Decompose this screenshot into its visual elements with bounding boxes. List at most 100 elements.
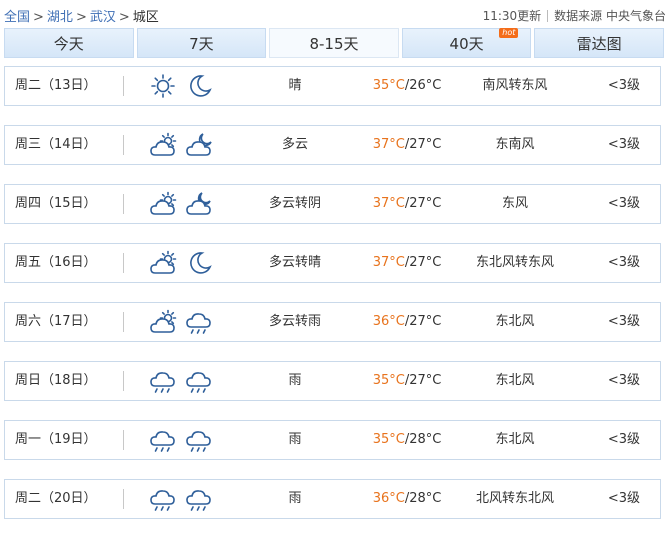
wind-level: <3级 <box>607 432 640 447</box>
weather-description: 多云转阴 <box>268 196 321 211</box>
rain-icon <box>150 490 175 511</box>
breadcrumb-separator: > <box>75 10 87 25</box>
high-temperature: 35°C <box>372 78 405 93</box>
rain-icon <box>186 431 211 452</box>
wind-direction: 东北风转东风 <box>475 255 554 270</box>
low-temperature: /27°C <box>404 137 442 152</box>
high-temperature: 37°C <box>372 255 405 270</box>
forecast-row: 周日（18日） 雨 35°C/27°C 东北风 <3级 <box>4 361 661 401</box>
temperature: 37°C/27°C <box>357 126 457 164</box>
high-temperature: 36°C <box>372 491 405 506</box>
data-source: 数据来源 中央气象台 <box>554 9 666 23</box>
sun-icon <box>151 74 175 98</box>
weather-icons <box>149 362 213 400</box>
low-temperature: /27°C <box>404 314 442 329</box>
high-temperature: 36°C <box>372 314 405 329</box>
cloudy-moon-icon <box>186 192 211 215</box>
forecast-day: 周三（14日） <box>15 137 97 152</box>
tab-label: 今天 <box>53 34 84 53</box>
forecast-day: 周二（13日） <box>15 78 97 93</box>
wind-direction: 东北风 <box>495 314 535 329</box>
row-divider <box>123 489 124 509</box>
wind-direction: 东北风 <box>495 432 535 447</box>
row-divider <box>123 312 124 332</box>
breadcrumb-city-link[interactable]: 武汉 <box>90 10 116 25</box>
forecast-row: 周二（20日） 雨 36°C/28°C 北风转东北风 <3级 <box>4 479 661 519</box>
high-temperature: 37°C <box>372 196 405 211</box>
tab-7-days[interactable]: 7天 <box>136 28 267 58</box>
temperature: 36°C/28°C <box>357 480 457 518</box>
tab-8-15-days[interactable]: 8-15天 <box>269 28 399 58</box>
weather-icons <box>149 67 213 105</box>
wind-direction: 南风转东风 <box>482 78 548 93</box>
forecast-row: 周一（19日） 雨 35°C/28°C 东北风 <3级 <box>4 420 661 460</box>
partly-cloudy-icon <box>150 132 177 156</box>
breadcrumb-current: 城区 <box>132 10 159 25</box>
tab-radar[interactable]: 雷达图 <box>534 28 664 58</box>
weather-icons <box>149 185 213 223</box>
moon-icon <box>190 75 212 97</box>
rain-icon <box>186 313 211 334</box>
low-temperature: /27°C <box>404 196 442 211</box>
tab-40-days[interactable]: 40天 hot <box>401 28 532 58</box>
weather-icons <box>149 421 213 459</box>
rain-icon <box>186 490 211 511</box>
weather-description: 多云转雨 <box>268 314 321 329</box>
forecast-list: 周二（13日） 晴 35°C/26°C 南风转东风 <3级 周三（14日） 多云… <box>4 66 661 538</box>
tab-label: 8-15天 <box>309 34 359 53</box>
breadcrumb-province-link[interactable]: 湖北 <box>47 10 73 25</box>
update-info: 11:30更新 数据来源 中央气象台 <box>483 7 666 24</box>
rain-icon <box>150 372 175 393</box>
forecast-day: 周二（20日） <box>15 491 97 506</box>
wind-direction: 北风转东北风 <box>475 491 554 506</box>
forecast-row: 周三（14日） 多云 37°C/27°C 东南风 <3级 <box>4 125 661 165</box>
forecast-row: 周五（16日） 多云转晴 37°C/27°C 东北风转东风 <3级 <box>4 243 661 283</box>
tab-label: 雷达图 <box>576 34 622 53</box>
moon-icon <box>190 252 212 274</box>
low-temperature: /27°C <box>404 373 442 388</box>
forecast-day: 周五（16日） <box>15 255 97 270</box>
high-temperature: 35°C <box>372 373 405 388</box>
tab-today[interactable]: 今天 <box>4 28 134 58</box>
row-divider <box>123 253 124 273</box>
rain-icon <box>150 431 175 452</box>
temperature: 35°C/28°C <box>357 421 457 459</box>
breadcrumb-separator: > <box>118 10 130 25</box>
row-divider <box>123 194 124 214</box>
low-temperature: /26°C <box>404 78 442 93</box>
tab-label: 40天 <box>449 34 484 53</box>
weather-icons <box>149 126 213 164</box>
partly-cloudy-icon <box>150 250 177 274</box>
breadcrumb-separator: > <box>33 10 44 25</box>
breadcrumb-home-link[interactable]: 全国 <box>4 10 30 25</box>
wind-level: <3级 <box>607 491 640 506</box>
weather-description: 多云转晴 <box>268 255 321 270</box>
row-divider <box>123 430 124 450</box>
high-temperature: 37°C <box>372 137 405 152</box>
temperature: 35°C/26°C <box>357 67 457 105</box>
high-temperature: 35°C <box>372 432 405 447</box>
low-temperature: /27°C <box>404 255 442 270</box>
forecast-day: 周一（19日） <box>15 432 97 447</box>
temperature: 35°C/27°C <box>357 362 457 400</box>
forecast-tabs: 今天 7天 8-15天 40天 hot 雷达图 <box>4 28 664 58</box>
forecast-row: 周四（15日） 多云转阴 37°C/27°C 东风 <3级 <box>4 184 661 224</box>
partly-cloudy-icon <box>150 191 177 215</box>
update-time: 11:30更新 <box>482 9 542 23</box>
forecast-row: 周六（17日） 多云转雨 36°C/27°C 东北风 <3级 <box>4 302 661 342</box>
temperature: 37°C/27°C <box>357 185 457 223</box>
meta-divider <box>547 10 549 22</box>
low-temperature: /28°C <box>404 491 442 506</box>
wind-level: <3级 <box>607 137 640 152</box>
wind-level: <3级 <box>607 314 640 329</box>
wind-level: <3级 <box>607 373 640 388</box>
partly-cloudy-night-icon <box>186 133 212 156</box>
forecast-day: 周日（18日） <box>15 373 97 388</box>
row-divider <box>123 371 124 391</box>
temperature: 37°C/27°C <box>357 244 457 282</box>
breadcrumb: 全国 > 湖北 > 武汉 > 城区 <box>4 6 159 25</box>
wind-direction: 东北风 <box>495 373 535 388</box>
weather-description: 多云 <box>281 137 308 152</box>
row-divider <box>123 135 124 155</box>
low-temperature: /28°C <box>404 432 442 447</box>
